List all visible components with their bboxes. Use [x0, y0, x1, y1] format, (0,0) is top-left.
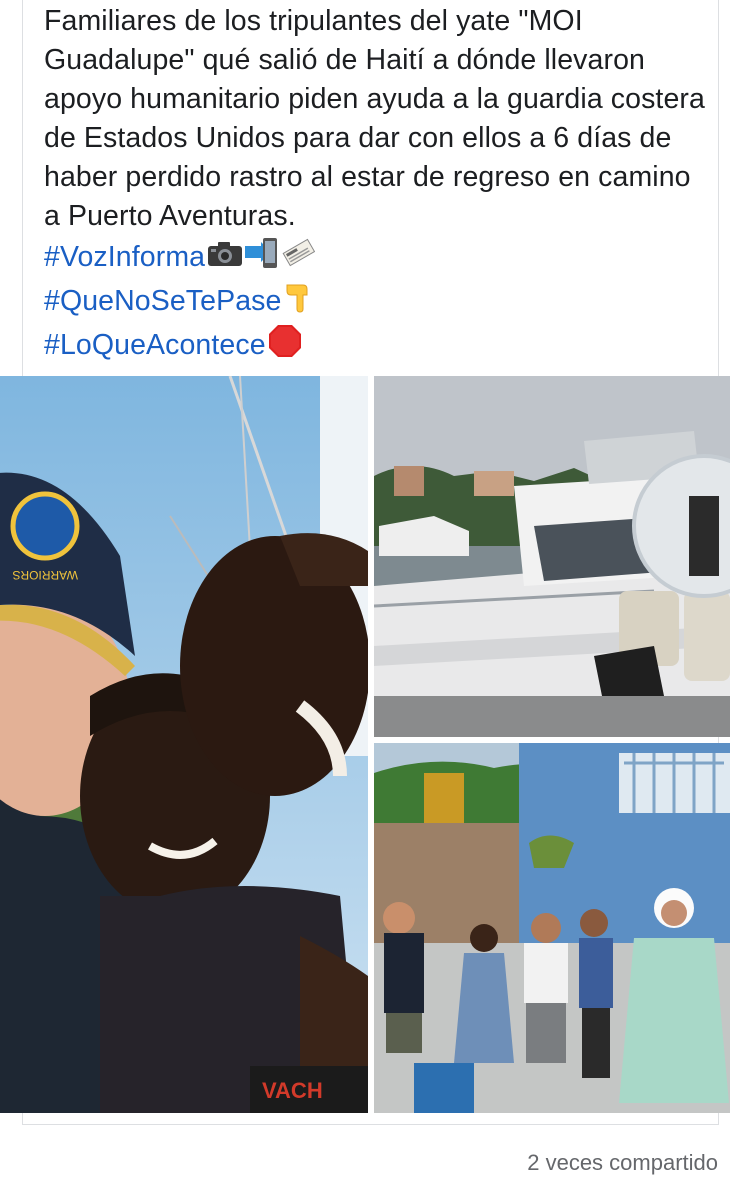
photo-white-yacht-marina[interactable] — [374, 376, 730, 737]
share-count[interactable]: 2 veces compartido — [527, 1150, 718, 1176]
post-text: Familiares de los tripulantes del yate "… — [44, 2, 712, 369]
svg-text:VACH: VACH — [262, 1078, 323, 1103]
newspaper-icon — [281, 236, 316, 281]
photo-gallery: WARRIORS VACH — [0, 376, 730, 1113]
photo-selfie-three-people[interactable]: WARRIORS VACH — [0, 376, 368, 1113]
hashtag-text[interactable]: #VozInforma — [44, 241, 205, 273]
hashtag-loqueacontece[interactable]: #LoQueAcontece — [44, 324, 712, 369]
hashtag-text[interactable]: #LoQueAcontece — [44, 329, 266, 361]
stop-sign-icon — [268, 324, 302, 369]
camera-icon — [207, 239, 243, 278]
post-body: Familiares de los tripulantes del yate "… — [44, 5, 705, 232]
photo-group-harbor-delivery[interactable] — [374, 743, 730, 1113]
hashtag-text[interactable]: #QueNoSeTePase — [44, 285, 281, 317]
hashtag-vozinforma[interactable]: #VozInforma — [44, 236, 712, 281]
pointing-down-icon — [283, 281, 313, 324]
cap-text: WARRIORS — [12, 568, 78, 582]
mobile-arrow-icon — [245, 236, 279, 281]
hashtag-quenosetepase[interactable]: #QueNoSeTePase — [44, 281, 712, 324]
